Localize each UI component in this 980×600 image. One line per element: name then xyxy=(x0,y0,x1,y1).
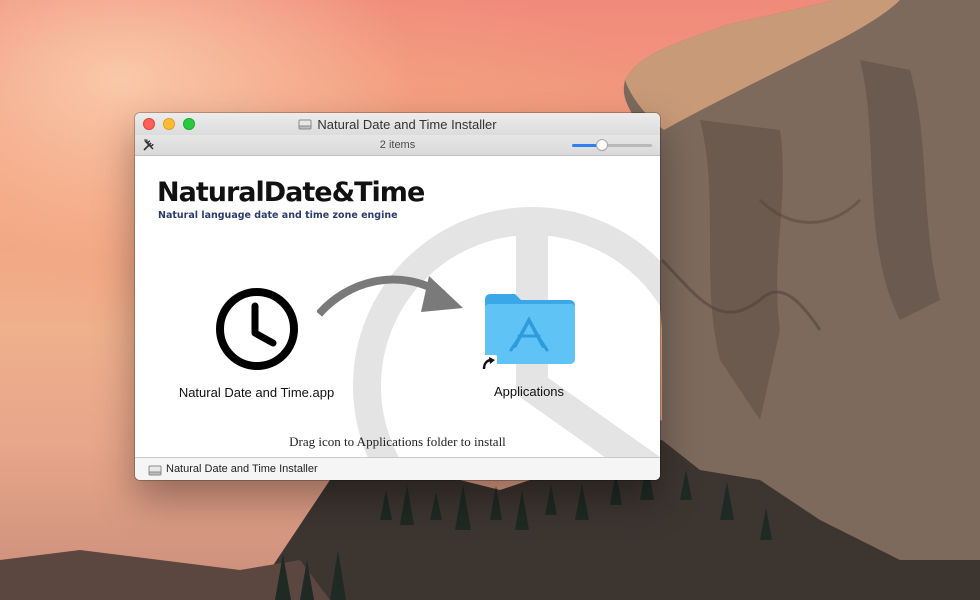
title-bar[interactable]: Natural Date and Time Installer xyxy=(135,113,660,135)
path-bar: Natural Date and Time Installer xyxy=(135,457,660,480)
installer-content: NaturalDate&Time Natural language date a… xyxy=(135,156,660,457)
status-bar: 2 items xyxy=(135,135,660,156)
slider-track xyxy=(602,144,652,147)
icon-size-slider[interactable] xyxy=(572,140,652,150)
brand-logo: NaturalDate&Time xyxy=(157,177,425,208)
slider-knob[interactable] xyxy=(597,140,607,150)
path-bar-label[interactable]: Natural Date and Time Installer xyxy=(166,463,318,475)
brand-tagline: Natural language date and time zone engi… xyxy=(158,210,398,221)
window-title: Natural Date and Time Installer xyxy=(135,117,660,132)
disk-icon xyxy=(148,465,162,476)
install-instruction: Drag icon to Applications folder to inst… xyxy=(289,434,506,449)
finder-window: Natural Date and Time Installer 2 items … xyxy=(135,113,660,480)
clock-icon[interactable] xyxy=(215,287,299,371)
app-label[interactable]: Natural Date and Time.app xyxy=(165,385,348,400)
alias-badge-icon xyxy=(481,355,497,371)
disk-icon xyxy=(298,119,312,130)
applications-folder-label[interactable]: Applications xyxy=(455,384,603,399)
window-title-text: Natural Date and Time Installer xyxy=(317,117,497,132)
curved-arrow-icon xyxy=(317,275,463,317)
